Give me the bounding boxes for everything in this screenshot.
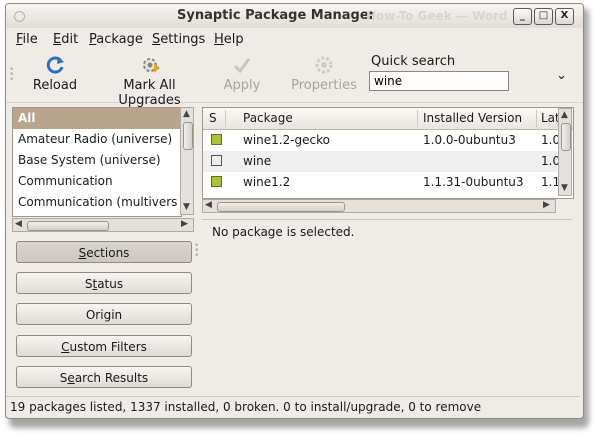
scroll-right-arrow-icon[interactable]: ▶ <box>543 200 550 210</box>
menu-settings[interactable]: Settings <box>152 32 205 47</box>
reload-button[interactable]: Reload <box>30 54 80 93</box>
package-name: wine1.2-gecko <box>243 133 331 147</box>
package-table: S Package Installed Version Lat wine1.2-… <box>202 107 574 199</box>
status-text: 19 packages listed, 1337 installed, 0 br… <box>10 400 482 414</box>
quick-search-label: Quick search <box>371 54 456 69</box>
installed-version: 1.1.31-0ubuntu3 <box>423 175 524 189</box>
column-header-latest-version[interactable]: Lat <box>541 111 560 125</box>
mark-all-upgrades-button[interactable]: Mark All Upgrades <box>92 54 207 108</box>
packages-horizontal-scrollbar[interactable]: ◀ ▶ <box>202 199 556 213</box>
scroll-thumb[interactable] <box>217 202 345 212</box>
checkmark-icon <box>233 58 251 74</box>
menu-help[interactable]: Help <box>214 32 244 47</box>
scroll-down-arrow-icon[interactable]: ▼ <box>561 183 568 193</box>
sections-list: All Amateur Radio (universe) Base System… <box>12 107 182 217</box>
toolbar-grip[interactable]: • • • <box>9 66 14 85</box>
package-table-header: S Package Installed Version Lat <box>203 108 573 130</box>
column-separator[interactable] <box>417 110 418 127</box>
mark-upgrades-icon <box>142 58 160 73</box>
section-item[interactable]: Communication <box>13 171 181 192</box>
properties-button[interactable]: Properties <box>291 54 357 93</box>
custom-filters-button[interactable]: Custom Filters <box>16 335 192 357</box>
section-item[interactable]: Base System (universe) <box>13 150 181 171</box>
package-name: wine <box>243 154 272 168</box>
scroll-thumb[interactable] <box>183 122 193 150</box>
menu-bar: File Edit Package Settings Help <box>6 29 583 49</box>
installed-version: 1.0.0-0ubuntu3 <box>423 133 516 147</box>
menu-edit[interactable]: Edit <box>53 32 78 47</box>
scroll-up-arrow-icon[interactable]: ▲ <box>561 110 568 120</box>
packages-vertical-scrollbar[interactable]: ▲ ▼ <box>558 108 572 196</box>
section-item[interactable]: Amateur Radio (universe) <box>13 129 181 150</box>
menu-file[interactable]: File <box>16 32 38 47</box>
sections-vertical-scrollbar[interactable]: ▲ ▼ <box>180 107 194 215</box>
chevron-down-icon[interactable]: ⌄ <box>556 68 567 83</box>
scroll-up-arrow-icon[interactable]: ▲ <box>183 109 190 119</box>
window-menu-icon[interactable] <box>14 11 25 22</box>
status-bar: 19 packages listed, 1337 installed, 0 br… <box>6 396 580 417</box>
scroll-down-arrow-icon[interactable]: ▼ <box>183 202 190 212</box>
title-bar[interactable]: Synaptic Package Manager How-To Geek — W… <box>6 4 583 28</box>
minimize-button[interactable]: _ <box>513 8 532 25</box>
origin-filter-button[interactable]: Origin <box>16 303 192 325</box>
synaptic-window: Synaptic Package Manager How-To Geek — W… <box>5 3 584 419</box>
pane-divider-grip[interactable]: • • • <box>194 242 199 261</box>
reload-icon <box>46 56 64 74</box>
close-button[interactable]: X <box>555 8 574 25</box>
scroll-thumb[interactable] <box>27 221 109 231</box>
background-window-title: How-To Geek — Word <box>366 9 508 23</box>
section-item[interactable]: Communication (multivers <box>13 192 181 213</box>
maximize-button[interactable]: □ <box>534 8 553 25</box>
details-message: No package is selected. <box>212 225 355 239</box>
window-title: Synaptic Package Manager <box>177 8 376 23</box>
not-installed-status-checkbox[interactable] <box>211 155 222 166</box>
sections-horizontal-scrollbar[interactable]: ◀ ▶ <box>12 218 194 232</box>
column-separator[interactable] <box>225 110 226 127</box>
scroll-right-arrow-icon[interactable]: ▶ <box>181 219 188 229</box>
section-item-all[interactable]: All <box>13 108 181 129</box>
scroll-thumb[interactable] <box>561 123 571 151</box>
table-row[interactable]: wine 1.0 <box>203 151 560 172</box>
status-filter-button[interactable]: Status <box>16 272 192 294</box>
column-separator[interactable] <box>536 110 537 127</box>
table-row[interactable]: wine1.2 1.1.31-0ubuntu3 1.1 <box>203 172 560 193</box>
package-name: wine1.2 <box>243 175 291 189</box>
scroll-left-arrow-icon[interactable]: ◀ <box>15 219 22 229</box>
column-header-status[interactable]: S <box>209 111 217 125</box>
scroll-left-arrow-icon[interactable]: ◀ <box>205 200 212 210</box>
quick-search-input[interactable] <box>369 71 509 91</box>
column-header-package[interactable]: Package <box>243 111 293 125</box>
sections-filter-button[interactable]: Sections <box>16 241 192 263</box>
toolbar: • • • Reload Mark All Upgrades Apply Pro… <box>6 50 583 108</box>
properties-gear-icon <box>315 56 333 74</box>
table-row[interactable]: wine1.2-gecko 1.0.0-0ubuntu3 1.0 <box>203 130 560 151</box>
installed-status-checkbox[interactable] <box>211 176 222 187</box>
search-results-button[interactable]: Search Results <box>16 366 192 388</box>
column-header-installed-version[interactable]: Installed Version <box>423 111 522 125</box>
menu-package[interactable]: Package <box>89 32 143 47</box>
apply-button[interactable]: Apply <box>221 54 263 93</box>
installed-status-checkbox[interactable] <box>211 134 222 145</box>
package-details-pane: No package is selected. <box>202 219 572 391</box>
